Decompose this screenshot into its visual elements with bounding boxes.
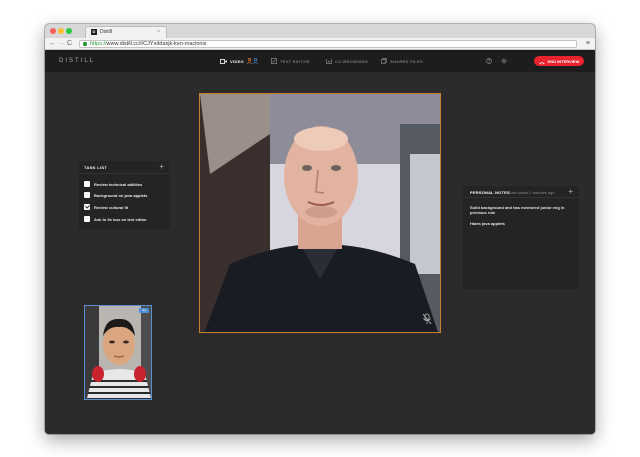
task-label: Review technical abilities: [94, 181, 143, 187]
task-label: Background on java applets: [94, 192, 148, 198]
nav-video[interactable]: VIDEO: [220, 57, 258, 65]
note-item[interactable]: Solid background and has mentored junior…: [470, 205, 574, 215]
close-window-button[interactable]: [50, 28, 56, 34]
app-header: DISTILL VIDEO TEXT EDITOR CO-BROWSING SH…: [45, 50, 595, 72]
nav-shared-files-label: SHARED FILES: [390, 58, 423, 64]
task-item[interactable]: Background on java applets: [84, 191, 147, 199]
tab-close-icon[interactable]: ×: [157, 29, 160, 35]
lock-icon: [83, 42, 87, 46]
gear-icon[interactable]: [501, 58, 507, 66]
notes-header: PERSONAL NOTES Last saved 2 minutes ago …: [463, 186, 579, 198]
help-icon[interactable]: [486, 58, 492, 66]
end-interview-button[interactable]: END INTERVIEW: [534, 56, 584, 66]
task-checkbox[interactable]: [84, 192, 90, 198]
task-checkbox[interactable]: [84, 216, 90, 222]
note-item[interactable]: Hates java applets: [470, 221, 574, 226]
file-icon: [381, 58, 387, 64]
address-bar[interactable]: https://www.distill.cc/i/CJYxddaxjk-ken-…: [79, 40, 577, 48]
task-list-panel: TASK LIST + Review technical abilities B…: [79, 161, 170, 229]
nav-co-browsing[interactable]: CO-BROWSING: [326, 57, 368, 65]
nav-shared-files[interactable]: SHARED FILES: [381, 57, 423, 65]
personal-notes-panel: PERSONAL NOTES Last saved 2 minutes ago …: [463, 186, 579, 289]
task-item[interactable]: Review cultural fit: [84, 203, 128, 211]
task-item[interactable]: Review technical abilities: [84, 180, 142, 188]
task-checkbox[interactable]: [84, 181, 90, 187]
cobrowse-icon: [326, 58, 332, 64]
add-task-icon[interactable]: +: [159, 163, 164, 171]
camera-badge-icon[interactable]: ●◂: [139, 308, 149, 313]
task-list-header: TASK LIST +: [79, 161, 170, 174]
remote-video-feed: [199, 93, 441, 333]
url-text: https://www.distill.cc/i/CJYxddaxjk-ken-…: [90, 41, 207, 47]
browser-toolbar: ← → C https://www.distill.cc/i/CJYxddaxj…: [45, 38, 595, 50]
task-label: Ask to fix bux on text editor: [94, 216, 147, 222]
phone-hangup-icon: [538, 52, 545, 70]
remote-video-image: [200, 94, 440, 332]
participants-icon: [247, 58, 258, 64]
task-item[interactable]: Ask to fix bux on text editor: [84, 215, 147, 223]
zoom-window-button[interactable]: [66, 28, 72, 34]
task-list-title: TASK LIST: [84, 165, 108, 170]
notes-title: PERSONAL NOTES: [470, 190, 510, 195]
main-area: TASK LIST + Review technical abilities B…: [45, 72, 595, 434]
nav-video-label: VIDEO: [230, 58, 244, 64]
distill-logo: DISTILL: [59, 58, 96, 64]
minimize-window-button[interactable]: [58, 28, 64, 34]
task-checkbox-checked[interactable]: [84, 204, 90, 210]
nav-co-browsing-label: CO-BROWSING: [335, 58, 369, 64]
nav-text-editor[interactable]: TEXT EDITOR: [271, 57, 310, 65]
distill-favicon-icon: D: [91, 29, 97, 35]
video-camera-icon: [220, 58, 227, 64]
end-interview-label: END INTERVIEW: [547, 58, 580, 64]
browser-window: D Distill × ← → C https://www.distill.cc…: [45, 24, 595, 434]
mic-muted-icon[interactable]: [422, 312, 432, 330]
reload-icon[interactable]: C: [67, 39, 72, 49]
self-video-preview[interactable]: ●◂: [84, 305, 152, 400]
task-label: Review cultural fit: [94, 204, 129, 210]
nav-text-editor-label: TEXT EDITOR: [280, 58, 310, 64]
forward-arrow-icon[interactable]: →: [58, 39, 65, 49]
back-arrow-icon[interactable]: ←: [49, 39, 56, 49]
notes-saved-status: Last saved 2 minutes ago: [509, 190, 555, 195]
self-video-image: [85, 306, 151, 399]
browser-tab[interactable]: D Distill ×: [85, 26, 167, 38]
add-note-icon[interactable]: +: [568, 188, 573, 196]
browser-menu-icon[interactable]: ≡: [586, 40, 590, 48]
edit-icon: [271, 58, 277, 64]
tab-strip: D Distill ×: [45, 24, 595, 38]
tab-title: Distill: [100, 29, 112, 35]
